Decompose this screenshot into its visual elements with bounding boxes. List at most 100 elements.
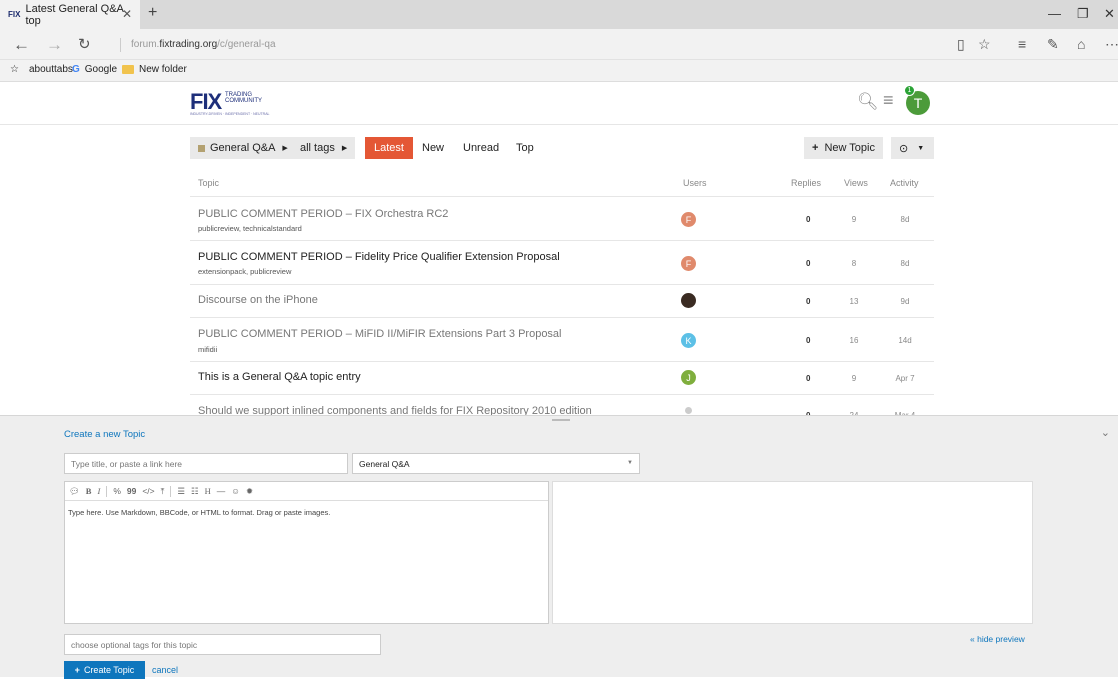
emoji-icon[interactable]: ☺ (231, 486, 240, 496)
composer-heading: Create a new Topic (64, 429, 146, 440)
favorite-new-folder[interactable]: New folder (122, 64, 187, 75)
hub-icon[interactable]: ≡ (1018, 36, 1026, 52)
caret-right-icon: ▶ (341, 145, 348, 152)
favorite-google-label: Google (84, 64, 118, 75)
hamburger-menu-icon[interactable]: ≡ (883, 90, 894, 111)
link-icon[interactable]: % (113, 486, 121, 496)
user-avatar[interactable]: J (681, 370, 696, 385)
italic-icon[interactable]: I (97, 486, 100, 496)
topic-title-link[interactable]: PUBLIC COMMENT PERIOD – FIX Orchestra RC… (198, 208, 448, 220)
new-topic-button[interactable]: + New Topic (804, 137, 883, 159)
favorite-abouttabs[interactable]: abouttabs (29, 64, 73, 75)
view-count: 9 (851, 215, 857, 224)
bold-icon[interactable]: B (86, 486, 92, 496)
create-topic-button[interactable]: + Create Topic (64, 661, 145, 679)
cancel-link[interactable]: cancel (152, 665, 178, 675)
activity-time[interactable]: 8d (885, 259, 925, 268)
minimize-icon[interactable]: — (1048, 6, 1061, 21)
horizontal-rule-icon[interactable]: — (217, 486, 226, 496)
more-icon[interactable]: ⋯ (1105, 36, 1118, 53)
topic-title-link[interactable]: PUBLIC COMMENT PERIOD – MiFID II/MiFIR E… (198, 328, 562, 340)
new-topic-label: New Topic (824, 142, 875, 154)
caret-right-icon: ▶ (282, 145, 288, 152)
caret-down-icon: ▼ (627, 460, 633, 466)
notification-badge[interactable]: 1 (904, 85, 915, 96)
reading-view-icon[interactable]: ▯ (957, 36, 965, 53)
upload-icon[interactable]: ⤒ (161, 486, 165, 497)
site-logo[interactable]: FIX TRADING COMMUNITY INDUSTRY-DRIVEN · I… (190, 89, 280, 116)
topic-title-link[interactable]: This is a General Q&A topic entry (198, 371, 361, 383)
tab-top[interactable]: Top (507, 137, 543, 159)
activity-time[interactable]: Apr 7 (885, 374, 925, 383)
tab-latest[interactable]: Latest (365, 137, 413, 159)
activity-time[interactable]: 14d (885, 336, 925, 345)
topic-tags[interactable]: extensionpack, publicreview (198, 267, 291, 276)
plus-icon: + (74, 665, 80, 675)
topic-tags[interactable]: mifidii (198, 345, 217, 354)
column-header-activity[interactable]: Activity (890, 178, 919, 188)
reply-count: 0 (806, 336, 811, 345)
web-note-icon[interactable]: ✎ (1047, 36, 1059, 53)
favorite-google[interactable]: G Google (72, 64, 117, 75)
reply-count: 0 (806, 259, 811, 268)
plus-icon: + (812, 142, 819, 154)
collapse-chevron-icon[interactable]: ⌄ (1101, 426, 1110, 439)
table-row: PUBLIC COMMENT PERIOD – FIX Orchestra RC… (190, 197, 934, 241)
close-window-icon[interactable]: ✕ (1104, 6, 1115, 22)
tags-dropdown[interactable]: all tags ▶ (292, 137, 356, 159)
numbered-list-icon[interactable]: ☷ (191, 486, 199, 497)
tab-new[interactable]: New (413, 137, 453, 159)
code-icon[interactable]: </> (142, 486, 154, 496)
refresh-icon[interactable]: ↻ (78, 35, 91, 53)
favorite-star-icon[interactable]: ☆ (978, 36, 991, 53)
topic-tags[interactable]: publicreview, technicalstandard (198, 224, 302, 233)
table-row: This is a General Q&A topic entry J 0 9 … (190, 362, 934, 395)
editor-toolbar: 💬︎ B I % 99 </> ⤒ ☰ ☷ H — ☺ ✹ (65, 482, 548, 501)
topic-title-input[interactable]: Type title, or paste a link here (64, 453, 348, 474)
url-field[interactable]: forum.fixtrading.org/c/general-qa (120, 38, 276, 52)
user-avatar[interactable] (681, 293, 696, 308)
user-avatar[interactable]: F (681, 212, 696, 227)
editor-body-placeholder[interactable]: Type here. Use Markdown, BBCode, or HTML… (68, 508, 330, 517)
address-bar-row: ← → ↻ forum.fixtrading.org/c/general-qa … (0, 29, 1118, 60)
share-icon[interactable]: ⌂ (1077, 36, 1085, 52)
tab-unread[interactable]: Unread (454, 137, 508, 159)
column-header-views[interactable]: Views (844, 178, 868, 188)
composer-resize-grip[interactable] (552, 419, 570, 421)
forward-icon[interactable]: → (46, 35, 63, 55)
activity-time[interactable]: 9d (885, 297, 925, 306)
composer-editor: 💬︎ B I % 99 </> ⤒ ☰ ☷ H — ☺ ✹ Type here.… (64, 481, 549, 624)
url-prefix: forum. (131, 39, 160, 50)
circle-dot-icon: ⊙ (899, 142, 909, 155)
user-avatar[interactable]: F (681, 256, 696, 271)
user-avatar[interactable] (685, 407, 692, 414)
column-header-replies[interactable]: Replies (791, 178, 821, 188)
hide-preview-link[interactable]: « hide preview (970, 634, 1025, 644)
gear-icon[interactable]: ✹ (246, 486, 253, 497)
column-header-topic[interactable]: Topic (198, 178, 219, 188)
new-tab-icon[interactable]: + (148, 4, 157, 22)
category-dropdown[interactable]: General Q&A ▶ (190, 137, 296, 159)
quote-icon[interactable]: 💬︎ (69, 486, 80, 497)
category-select-value: General Q&A (359, 458, 410, 469)
search-icon[interactable]: 🔍︎ (857, 92, 879, 112)
bullet-list-icon[interactable]: ☰ (177, 486, 185, 497)
notification-level-dropdown[interactable]: ⊙ ▼ (891, 137, 934, 159)
reply-count: 0 (806, 374, 811, 383)
toolbar-divider (170, 485, 172, 497)
blockquote-icon[interactable]: 99 (127, 486, 136, 496)
table-row: PUBLIC COMMENT PERIOD – Fidelity Price Q… (190, 241, 934, 285)
restore-icon[interactable]: ❐ (1077, 6, 1089, 22)
tags-input[interactable]: choose optional tags for this topic (64, 634, 381, 655)
view-count: 16 (849, 336, 859, 345)
back-icon[interactable]: ← (13, 35, 30, 55)
close-tab-icon[interactable]: ✕ (122, 7, 132, 21)
browser-tab[interactable]: FIX Latest General Q&A top ✕ (0, 0, 140, 29)
topic-title-link[interactable]: Discourse on the iPhone (198, 294, 318, 306)
heading-icon[interactable]: H (205, 486, 211, 496)
column-header-users: Users (683, 178, 707, 188)
activity-time[interactable]: 8d (885, 215, 925, 224)
user-avatar[interactable]: K (681, 333, 696, 348)
topic-title-link[interactable]: PUBLIC COMMENT PERIOD – Fidelity Price Q… (198, 251, 560, 263)
category-select[interactable]: General Q&A ▼ (352, 453, 640, 474)
